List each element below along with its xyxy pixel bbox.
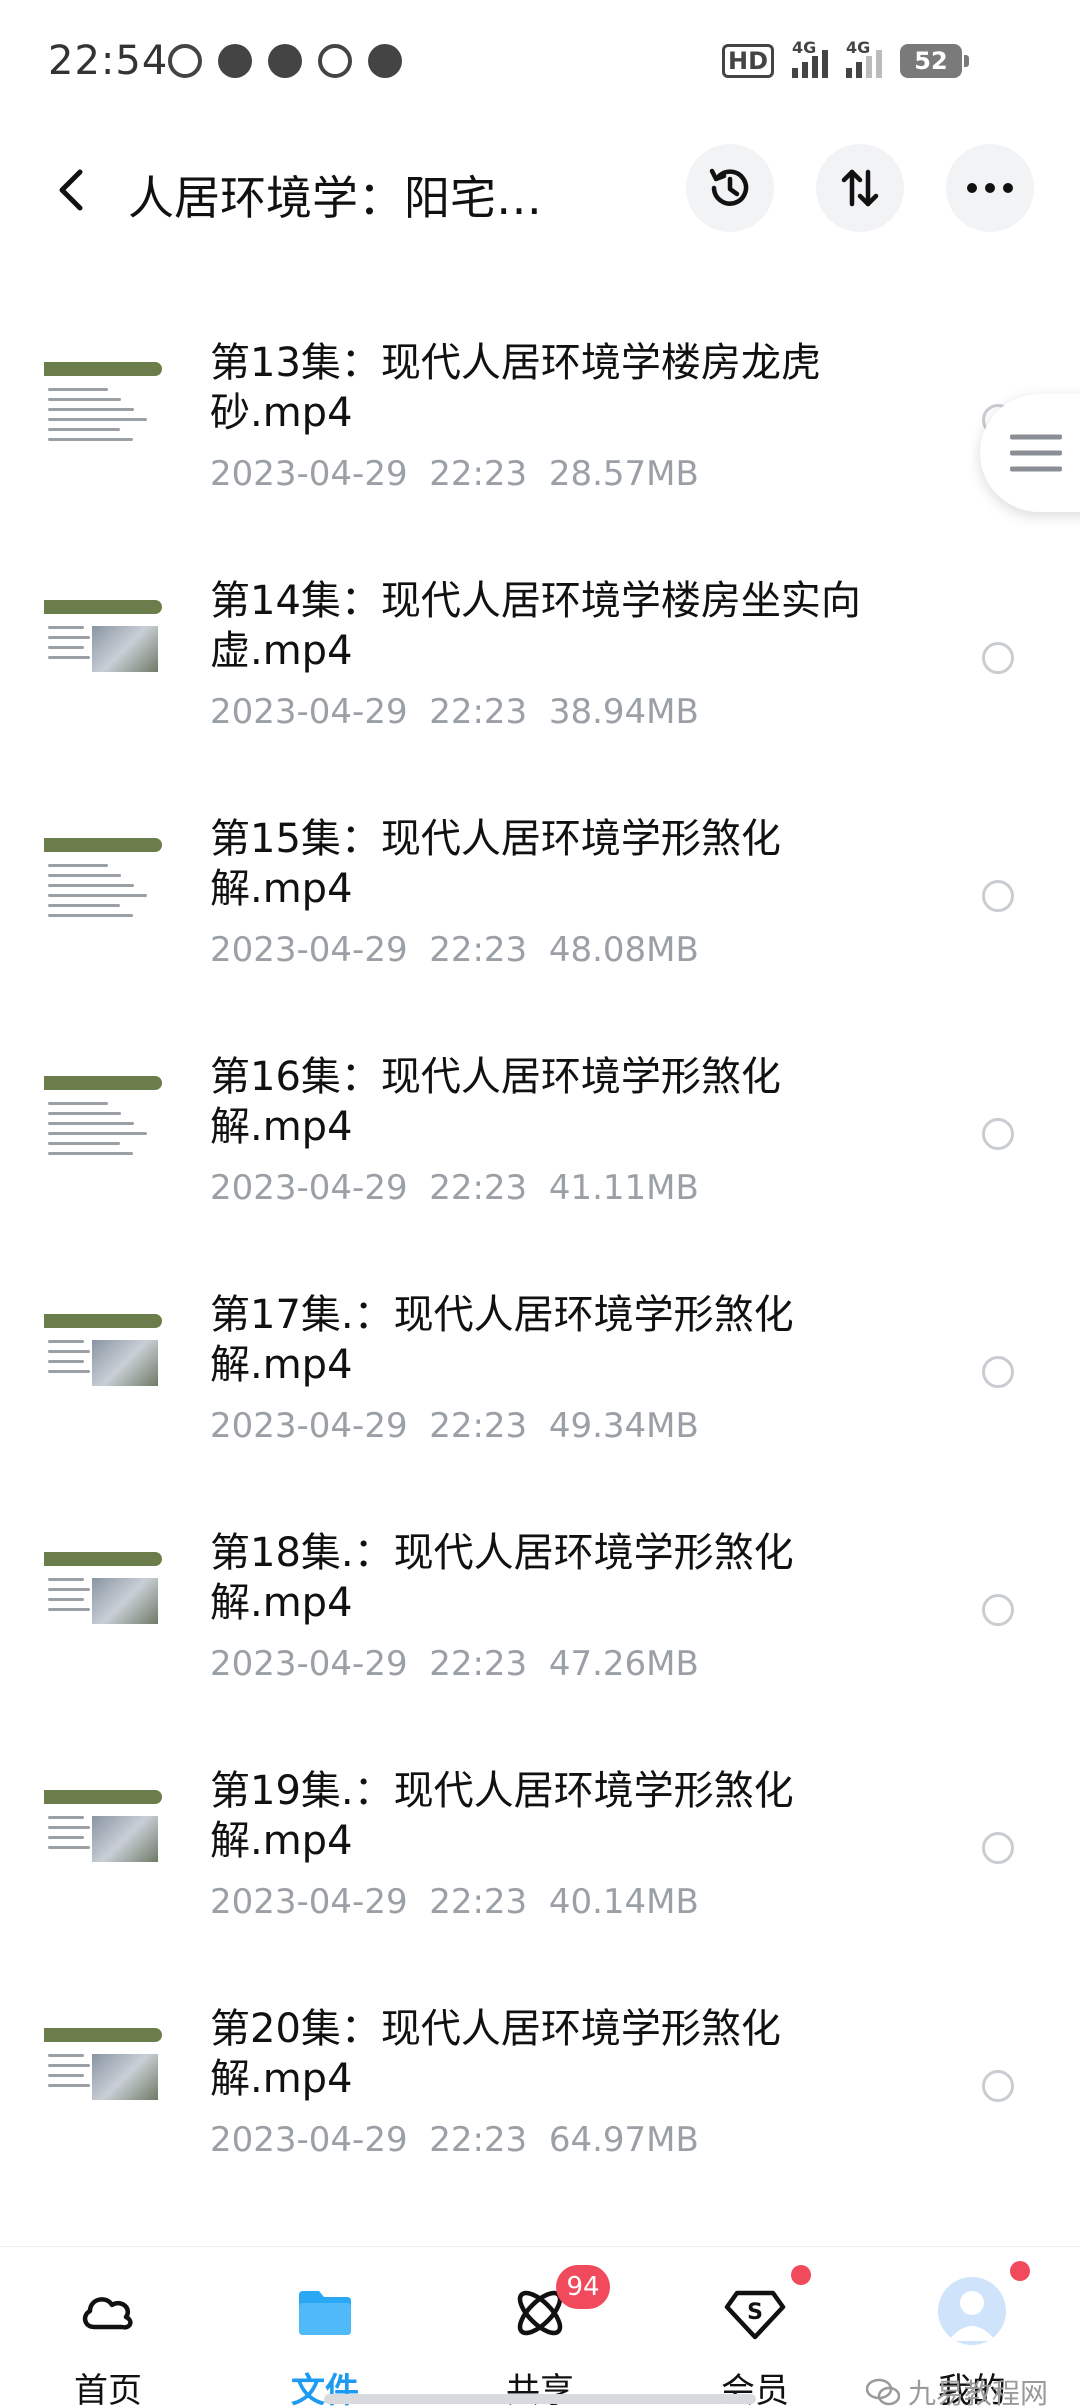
file-date: 2023-04-29 22:23 [210, 2120, 528, 2160]
app-notification-icon [318, 44, 352, 78]
watermark: 九易教程网 [866, 2372, 1048, 2408]
file-size: 48.08MB [548, 930, 699, 970]
file-date: 2023-04-29 22:23 [210, 1882, 528, 1922]
app-notification-icon [268, 44, 302, 78]
signal-icon: 4G [792, 38, 828, 78]
file-meta: 2023-04-29 22:23 41.11MB [210, 1168, 699, 1208]
file-meta: 2023-04-29 22:23 28.57MB [210, 454, 699, 494]
system-indicators: HD 4G 4G 52 [721, 38, 969, 78]
video-thumbnail [44, 1790, 162, 1880]
menu-icon [1010, 434, 1062, 472]
more-button[interactable] [946, 144, 1034, 232]
video-thumbnail [44, 838, 162, 928]
vip-diamond-icon: S [724, 2290, 786, 2340]
file-date: 2023-04-29 22:23 [210, 692, 528, 732]
file-row[interactable]: 第15集：现代人居环境学形煞化解.mp4 2023-04-29 22:23 48.… [0, 776, 1080, 1014]
file-meta: 2023-04-29 22:23 64.97MB [210, 2120, 699, 2160]
video-thumbnail [44, 1552, 162, 1642]
svg-text:S: S [747, 2300, 763, 2325]
app-notification-icon [218, 44, 252, 78]
file-name: 第13集：现代人居环境学楼房龙虎砂.mp4 [210, 340, 821, 436]
file-size: 41.11MB [548, 1168, 699, 1208]
select-radio[interactable] [982, 1356, 1014, 1388]
notification-dot [791, 2265, 811, 2285]
watermark-text: 九易教程网 [908, 2377, 1049, 2408]
hd-voice-icon: HD [721, 44, 774, 78]
nav-vip[interactable]: S 会员 [675, 2247, 835, 2408]
select-radio[interactable] [982, 1118, 1014, 1150]
history-icon [709, 168, 749, 206]
file-row[interactable]: 第16集：现代人居环境学形煞化解.mp4 2023-04-29 22:23 41.… [0, 1014, 1080, 1252]
select-radio[interactable] [982, 880, 1014, 912]
video-thumbnail [44, 1314, 162, 1404]
nav-share[interactable]: 94 共享 [460, 2247, 620, 2408]
file-meta: 2023-04-29 22:23 38.94MB [210, 692, 699, 732]
file-name: 第14集：现代人居环境学楼房坐实向虚.mp4 [210, 578, 861, 674]
battery-icon: 52 [900, 44, 969, 78]
file-size: 40.14MB [548, 1882, 699, 1922]
status-bar: 22:54 HD 4G 4G 52 [0, 0, 1080, 126]
notification-icons [168, 44, 402, 78]
status-time: 22:54 [48, 38, 169, 84]
file-name: 第19集.：现代人居环境学形煞化解.mp4 [210, 1768, 794, 1864]
folder-icon [299, 2291, 351, 2335]
file-meta: 2023-04-29 22:23 49.34MB [210, 1406, 699, 1446]
avatar-icon [938, 2277, 1006, 2345]
history-button[interactable] [686, 144, 774, 232]
chevron-left-icon [59, 169, 83, 211]
back-button[interactable] [44, 162, 100, 218]
file-meta: 2023-04-29 22:23 48.08MB [210, 930, 699, 970]
video-thumbnail [44, 362, 162, 452]
share-badge: 94 [556, 2265, 610, 2309]
file-name: 第16集：现代人居环境学形煞化解.mp4 [210, 1054, 781, 1150]
file-name: 第15集：现代人居环境学形煞化解.mp4 [210, 816, 781, 912]
file-row[interactable]: 第19集.：现代人居环境学形煞化解.mp4 2023-04-29 22:23 40… [0, 1728, 1080, 1966]
notification-dot [1010, 2261, 1030, 2281]
more-icon [967, 183, 1013, 193]
file-meta: 2023-04-29 22:23 47.26MB [210, 1644, 699, 1684]
file-name: 第18集.：现代人居环境学形煞化解.mp4 [210, 1530, 794, 1626]
video-thumbnail [44, 600, 162, 690]
file-size: 47.26MB [548, 1644, 699, 1684]
home-indicator[interactable] [324, 2394, 756, 2404]
sort-icon [841, 169, 879, 207]
file-date: 2023-04-29 22:23 [210, 1168, 528, 1208]
file-date: 2023-04-29 22:23 [210, 1644, 528, 1684]
file-row[interactable]: 第17集.：现代人居环境学形煞化解.mp4 2023-04-29 22:23 49… [0, 1252, 1080, 1490]
select-radio[interactable] [982, 2070, 1014, 2102]
file-size: 28.57MB [548, 454, 699, 494]
file-name: 第17集.：现代人居环境学形煞化解.mp4 [210, 1292, 794, 1388]
file-row[interactable]: 第14集：现代人居环境学楼房坐实向虚.mp4 2023-04-29 22:23 3… [0, 538, 1080, 776]
app-notification-icon [368, 44, 402, 78]
wechat-icon [866, 2378, 900, 2406]
select-radio[interactable] [982, 642, 1014, 674]
select-radio[interactable] [982, 1832, 1014, 1864]
file-size: 49.34MB [548, 1406, 699, 1446]
file-date: 2023-04-29 22:23 [210, 930, 528, 970]
file-date: 2023-04-29 22:23 [210, 1406, 528, 1446]
video-thumbnail [44, 2028, 162, 2118]
file-row[interactable]: 第18集.：现代人居环境学形煞化解.mp4 2023-04-29 22:23 47… [0, 1490, 1080, 1728]
file-meta: 2023-04-29 22:23 40.14MB [210, 1882, 699, 1922]
signal-icon: 4G [846, 38, 882, 78]
file-name: 第20集：现代人居环境学形煞化解.mp4 [210, 2006, 781, 2102]
video-thumbnail [44, 1076, 162, 1166]
file-row[interactable]: 第13集：现代人居环境学楼房龙虎砂.mp4 2023-04-29 22:23 28… [0, 300, 1080, 538]
nav-files[interactable]: 文件 [245, 2247, 405, 2408]
page-title: 人居环境学：阳宅… [128, 171, 542, 225]
nav-home[interactable]: 首页 [28, 2247, 188, 2408]
file-date: 2023-04-29 22:23 [210, 454, 528, 494]
nav-label: 首页 [74, 2371, 142, 2408]
file-row[interactable]: 第20集：现代人居环境学形煞化解.mp4 2023-04-29 22:23 64.… [0, 1966, 1080, 2204]
header: 人居环境学：阳宅… [0, 140, 1080, 240]
file-size: 38.94MB [548, 692, 699, 732]
file-size: 64.97MB [548, 2120, 699, 2160]
cloud-icon [82, 2297, 133, 2330]
sort-button[interactable] [816, 144, 904, 232]
app-notification-icon [168, 44, 202, 78]
select-radio[interactable] [982, 1594, 1014, 1626]
